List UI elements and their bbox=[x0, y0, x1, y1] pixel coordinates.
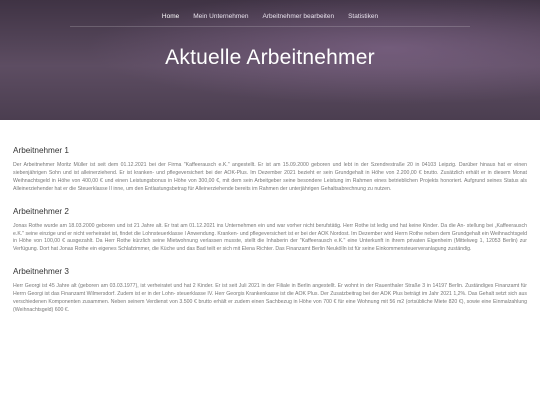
nav-item-mein-unternehmen[interactable]: Mein Unternehmen bbox=[186, 9, 255, 24]
main-navigation: Home Mein Unternehmen Arbeitnehmer bearb… bbox=[0, 6, 540, 26]
nav-item-statistiken[interactable]: Statistiken bbox=[341, 9, 385, 24]
employee-description-1: Der Arbeitnehmer Moritz Müller ist seit … bbox=[13, 162, 527, 192]
employee-heading-2: Arbeitnehmer 2 bbox=[13, 206, 69, 216]
nav-item-home[interactable]: Home bbox=[155, 9, 186, 24]
employee-description-2: Jonas Rothe wurde am 18.03.2000 geboren … bbox=[13, 222, 527, 253]
employee-heading-1: Arbeitnehmer 1 bbox=[13, 146, 69, 155]
employee-description-3: Herr Georgi ist 45 Jahre alt (geboren am… bbox=[13, 283, 527, 313]
nav-divider bbox=[70, 26, 470, 27]
hero-banner: Home Mein Unternehmen Arbeitnehmer bearb… bbox=[0, 0, 540, 120]
page-title: Aktuelle Arbeitnehmer bbox=[165, 46, 375, 69]
employee-list: Arbeitnehmer 1 Der Arbeitnehmer Moritz M… bbox=[13, 146, 527, 328]
nav-item-arbeitnehmer-bearbeiten[interactable]: Arbeitnehmer bearbeiten bbox=[256, 9, 342, 24]
employee-section-3: Arbeitnehmer 3 Herr Georgi ist 45 Jahre … bbox=[13, 267, 527, 315]
employee-section-1: Arbeitnehmer 1 Der Arbeitnehmer Moritz M… bbox=[13, 146, 527, 194]
employee-heading-3: Arbeitnehmer 3 bbox=[13, 267, 69, 277]
employee-section-2: Arbeitnehmer 2 Jonas Rothe wurde am 18.0… bbox=[13, 207, 527, 255]
